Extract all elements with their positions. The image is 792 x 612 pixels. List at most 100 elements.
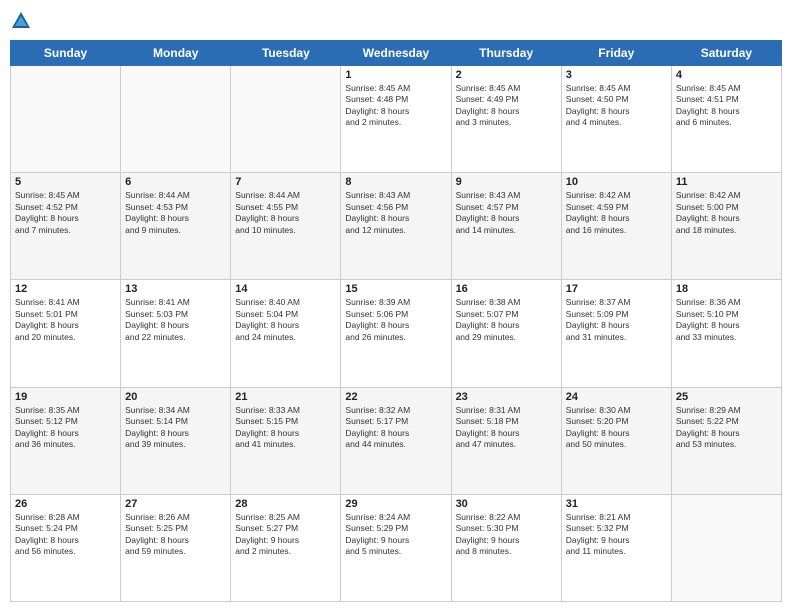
day-info: Sunrise: 8:32 AM Sunset: 5:17 PM Dayligh… [345,405,446,451]
calendar-cell: 8Sunrise: 8:43 AM Sunset: 4:56 PM Daylig… [341,173,451,280]
calendar-cell: 14 Sunrise: 8:40 AM Sunset: 5:04 PM Dayli… [231,280,341,387]
day-number: 21 [235,391,336,403]
calendar-cell: 28Sunrise: 8:25 AM Sunset: 5:27 PM Dayli… [231,494,341,601]
calendar-cell: 9Sunrise: 8:43 AM Sunset: 4:57 PM Daylig… [451,173,561,280]
calendar-week-1: 1 Sunrise: 8:45 AM Sunset: 4:48 PM Daylig… [11,66,782,173]
day-info: Sunrise: 8:41 AM Sunset: 5:03 PM Dayligh… [125,297,226,343]
day-number: 19 [15,391,116,403]
calendar-cell: 25Sunrise: 8:29 AM Sunset: 5:22 PM Dayli… [671,387,781,494]
day-info: Sunrise: 8:45 AM Sunset: 4:48 PM Dayligh… [345,83,446,129]
calendar-cell: 19Sunrise: 8:35 AM Sunset: 5:12 PM Dayli… [11,387,121,494]
day-number: 2 [456,69,557,81]
day-info: Sunrise: 8:45 AM Sunset: 4:51 PM Dayligh… [676,83,777,129]
day-info: Sunrise: 8:41 AM Sunset: 5:01 PM Dayligh… [15,297,116,343]
day-info: Sunrise: 8:43 AM Sunset: 4:57 PM Dayligh… [456,190,557,236]
day-number: 10 [566,176,667,188]
day-info: Sunrise: 8:45 AM Sunset: 4:49 PM Dayligh… [456,83,557,129]
day-info: Sunrise: 8:21 AM Sunset: 5:32 PM Dayligh… [566,512,667,558]
day-info: Sunrise: 8:34 AM Sunset: 5:14 PM Dayligh… [125,405,226,451]
header [10,10,782,32]
day-info: Sunrise: 8:24 AM Sunset: 5:29 PM Dayligh… [345,512,446,558]
calendar-cell: 26 Sunrise: 8:28 AM Sunset: 5:24 PM Dayli… [11,494,121,601]
calendar-week-2: 5Sunrise: 8:45 AM Sunset: 4:52 PM Daylig… [11,173,782,280]
day-number: 22 [345,391,446,403]
day-number: 16 [456,283,557,295]
day-info: Sunrise: 8:22 AM Sunset: 5:30 PM Dayligh… [456,512,557,558]
day-number: 23 [456,391,557,403]
day-number: 8 [345,176,446,188]
calendar-cell: 29 Sunrise: 8:24 AM Sunset: 5:29 PM Dayli… [341,494,451,601]
day-number: 28 [235,498,336,510]
day-info: Sunrise: 8:30 AM Sunset: 5:20 PM Dayligh… [566,405,667,451]
day-info: Sunrise: 8:38 AM Sunset: 5:07 PM Dayligh… [456,297,557,343]
logo-icon [10,10,32,32]
calendar-cell: 4 Sunrise: 8:45 AM Sunset: 4:51 PM Daylig… [671,66,781,173]
calendar-cell: 3 Sunrise: 8:45 AM Sunset: 4:50 PM Daylig… [561,66,671,173]
day-number: 18 [676,283,777,295]
day-number: 13 [125,283,226,295]
day-info: Sunrise: 8:28 AM Sunset: 5:24 PM Dayligh… [15,512,116,558]
calendar-cell [231,66,341,173]
calendar-week-5: 26 Sunrise: 8:28 AM Sunset: 5:24 PM Dayli… [11,494,782,601]
day-info: Sunrise: 8:45 AM Sunset: 4:50 PM Dayligh… [566,83,667,129]
day-number: 6 [125,176,226,188]
calendar-cell: 5Sunrise: 8:45 AM Sunset: 4:52 PM Daylig… [11,173,121,280]
calendar-cell: 21Sunrise: 8:33 AM Sunset: 5:15 PM Dayli… [231,387,341,494]
day-info: Sunrise: 8:39 AM Sunset: 5:06 PM Dayligh… [345,297,446,343]
calendar-cell [121,66,231,173]
day-number: 20 [125,391,226,403]
calendar-cell: 12 Sunrise: 8:41 AM Sunset: 5:01 PM Dayli… [11,280,121,387]
calendar-cell: 2 Sunrise: 8:45 AM Sunset: 4:49 PM Daylig… [451,66,561,173]
calendar-cell: 18 Sunrise: 8:36 AM Sunset: 5:10 PM Dayli… [671,280,781,387]
calendar-cell: 16 Sunrise: 8:38 AM Sunset: 5:07 PM Dayli… [451,280,561,387]
day-info: Sunrise: 8:44 AM Sunset: 4:53 PM Dayligh… [125,190,226,236]
day-info: Sunrise: 8:36 AM Sunset: 5:10 PM Dayligh… [676,297,777,343]
calendar-cell: 11Sunrise: 8:42 AM Sunset: 5:00 PM Dayli… [671,173,781,280]
calendar-cell [671,494,781,601]
calendar-cell: 17Sunrise: 8:37 AM Sunset: 5:09 PM Dayli… [561,280,671,387]
day-number: 27 [125,498,226,510]
day-number: 30 [456,498,557,510]
day-number: 14 [235,283,336,295]
logo [10,10,36,32]
day-info: Sunrise: 8:40 AM Sunset: 5:04 PM Dayligh… [235,297,336,343]
calendar-cell: 22 Sunrise: 8:32 AM Sunset: 5:17 PM Dayli… [341,387,451,494]
calendar-cell: 30 Sunrise: 8:22 AM Sunset: 5:30 PM Dayli… [451,494,561,601]
day-number: 15 [345,283,446,295]
day-number: 31 [566,498,667,510]
calendar-cell: 24Sunrise: 8:30 AM Sunset: 5:20 PM Dayli… [561,387,671,494]
calendar-cell: 15 Sunrise: 8:39 AM Sunset: 5:06 PM Dayli… [341,280,451,387]
calendar-table: SundayMondayTuesdayWednesdayThursdayFrid… [10,40,782,602]
calendar-cell: 6 Sunrise: 8:44 AM Sunset: 4:53 PM Daylig… [121,173,231,280]
day-info: Sunrise: 8:42 AM Sunset: 4:59 PM Dayligh… [566,190,667,236]
day-number: 17 [566,283,667,295]
day-number: 25 [676,391,777,403]
calendar-header-wednesday: Wednesday [341,41,451,66]
day-number: 3 [566,69,667,81]
day-number: 29 [345,498,446,510]
day-info: Sunrise: 8:26 AM Sunset: 5:25 PM Dayligh… [125,512,226,558]
day-info: Sunrise: 8:44 AM Sunset: 4:55 PM Dayligh… [235,190,336,236]
calendar-cell: 31 Sunrise: 8:21 AM Sunset: 5:32 PM Dayli… [561,494,671,601]
day-info: Sunrise: 8:42 AM Sunset: 5:00 PM Dayligh… [676,190,777,236]
calendar-header-monday: Monday [121,41,231,66]
calendar-header-thursday: Thursday [451,41,561,66]
calendar-header-saturday: Saturday [671,41,781,66]
day-number: 5 [15,176,116,188]
calendar-cell: 7 Sunrise: 8:44 AM Sunset: 4:55 PM Daylig… [231,173,341,280]
calendar-cell: 13 Sunrise: 8:41 AM Sunset: 5:03 PM Dayli… [121,280,231,387]
day-number: 4 [676,69,777,81]
calendar-header-row: SundayMondayTuesdayWednesdayThursdayFrid… [11,41,782,66]
calendar-header-tuesday: Tuesday [231,41,341,66]
calendar-cell: 10 Sunrise: 8:42 AM Sunset: 4:59 PM Dayli… [561,173,671,280]
day-number: 7 [235,176,336,188]
calendar-cell: 20 Sunrise: 8:34 AM Sunset: 5:14 PM Dayli… [121,387,231,494]
calendar-week-3: 12 Sunrise: 8:41 AM Sunset: 5:01 PM Dayli… [11,280,782,387]
day-info: Sunrise: 8:31 AM Sunset: 5:18 PM Dayligh… [456,405,557,451]
day-number: 12 [15,283,116,295]
day-number: 26 [15,498,116,510]
calendar-header-sunday: Sunday [11,41,121,66]
day-number: 1 [345,69,446,81]
calendar-cell: 23 Sunrise: 8:31 AM Sunset: 5:18 PM Dayli… [451,387,561,494]
calendar-week-4: 19Sunrise: 8:35 AM Sunset: 5:12 PM Dayli… [11,387,782,494]
